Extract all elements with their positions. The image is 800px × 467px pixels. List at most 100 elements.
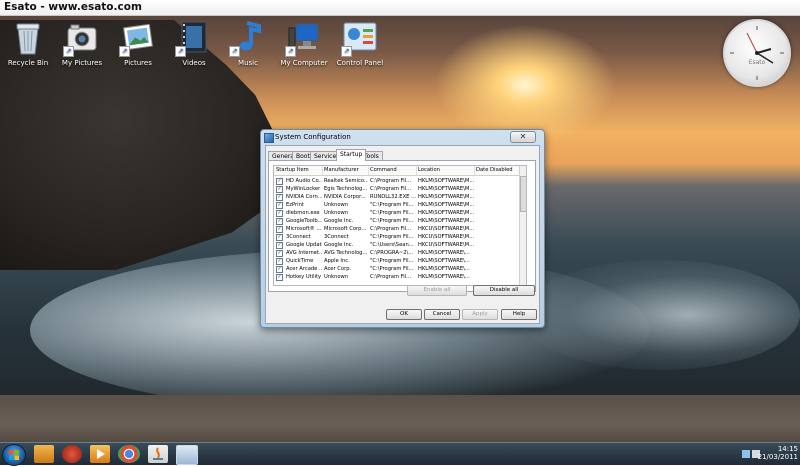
- table-row[interactable]: ✓ Google Update Google Inc. "C:\Users\Sean.…: [274, 241, 526, 249]
- cell-startup-item: 3Connect: [286, 234, 311, 240]
- pictures-icon: ↗: [119, 18, 157, 57]
- taskbar-player-icon[interactable]: [90, 445, 110, 463]
- network-icon[interactable]: [742, 450, 750, 458]
- desktop-icon-label: Videos: [182, 59, 206, 67]
- system-clock[interactable]: 14:15 21/03/2011: [758, 445, 798, 461]
- startup-item-checkbox[interactable]: ✓: [276, 242, 283, 249]
- startup-item-checkbox[interactable]: ✓: [276, 274, 283, 281]
- dialog-panel: General Boot Services Startup Tools Star…: [265, 145, 540, 324]
- table-row[interactable]: ✓ AVG Internet... AVG Technolog... C:\PROGR…: [274, 249, 526, 257]
- desktop-icon-label: Music: [238, 59, 258, 67]
- startup-item-checkbox[interactable]: ✓: [276, 218, 283, 225]
- column-date-disabled[interactable]: Date Disabled: [474, 166, 521, 175]
- desktop-icon-my-computer[interactable]: ↗ My Computer: [278, 18, 330, 67]
- cell-startup-item: HD Audio Co...: [286, 178, 322, 184]
- cell-manufacturer: Unknown: [324, 202, 349, 208]
- taskbar-chrome-icon[interactable]: [118, 445, 140, 463]
- taskbar-media-icon[interactable]: [62, 445, 82, 463]
- cell-manufacturer: NVIDIA Corpor...: [324, 194, 366, 200]
- clock-date: 21/03/2011: [757, 453, 798, 461]
- desktop-icon-control-panel[interactable]: ↗ Control Panel: [334, 18, 386, 67]
- enable-all-button[interactable]: Enable all: [407, 285, 467, 296]
- cell-command: "C:\Program Fil...: [370, 258, 414, 264]
- table-row[interactable]: ✓ 3Connect 3Connect "C:\Program Fil... HKCU\…: [274, 233, 526, 241]
- tab-startup[interactable]: Startup: [336, 149, 367, 161]
- cell-startup-item: dlebmon.exe: [286, 210, 320, 216]
- desktop-icon-music[interactable]: ↗ Music: [222, 18, 274, 67]
- cell-command: "C:\Program Fil...: [370, 202, 414, 208]
- cell-command: C:\Program Fil...: [370, 226, 412, 232]
- msconfig-icon: [264, 133, 274, 143]
- column-location[interactable]: Location: [416, 166, 475, 175]
- startup-item-checkbox[interactable]: ✓: [276, 210, 283, 217]
- cell-location: HKCU\SOFTWARE\M...: [418, 242, 474, 248]
- cell-manufacturer: Google Inc.: [324, 218, 354, 224]
- startup-item-checkbox[interactable]: ✓: [276, 186, 283, 193]
- disable-all-button[interactable]: Disable all: [473, 285, 535, 296]
- cell-manufacturer: Microsoft Corp...: [324, 226, 367, 232]
- taskbar-folder-icon[interactable]: [34, 445, 54, 463]
- table-row[interactable]: ✓ MyWinLocker Egis Technolog... C:\Program …: [274, 185, 526, 193]
- shortcut-arrow-icon: ↗: [63, 46, 74, 57]
- apply-button[interactable]: Apply: [462, 309, 498, 320]
- table-row[interactable]: ✓ Hotkey Utility Unknown C:\Program Fil... H…: [274, 273, 526, 281]
- scrollbar-thumb[interactable]: [520, 176, 526, 212]
- windows-logo-icon: [9, 450, 19, 460]
- column-manufacturer[interactable]: Manufacturer: [322, 166, 369, 175]
- startup-item-checkbox[interactable]: ✓: [276, 250, 283, 257]
- start-button[interactable]: [2, 444, 26, 466]
- table-row[interactable]: ✓ dlebmon.exe Unknown "C:\Program Fil... HKL…: [274, 209, 526, 217]
- table-row[interactable]: ✓ GoogleToolb... Google Inc. "C:\Program Fi…: [274, 217, 526, 225]
- cell-manufacturer: Unknown: [324, 210, 349, 216]
- table-row[interactable]: ✓ QuickTime Apple Inc. "C:\Program Fil... HK…: [274, 257, 526, 265]
- cancel-button[interactable]: Cancel: [424, 309, 460, 320]
- cell-command: "C:\Users\Sean...: [370, 242, 414, 248]
- table-row[interactable]: ✓ HD Audio Co... Realtek Semico... C:\Progr…: [274, 177, 526, 185]
- ok-button[interactable]: OK: [386, 309, 422, 320]
- cell-location: HKLM\SOFTWARE\M...: [418, 218, 474, 224]
- cell-manufacturer: Unknown: [324, 274, 349, 280]
- cell-location: HKLM\SOFTWARE\...: [418, 250, 470, 256]
- cell-startup-item: GoogleToolb...: [286, 218, 322, 224]
- table-row[interactable]: ✓ Microsoft® ... Microsoft Corp... C:\Progr…: [274, 225, 526, 233]
- desktop-icon-recycle-bin[interactable]: Recycle Bin: [2, 18, 54, 67]
- cell-manufacturer: Apple Inc.: [324, 258, 350, 264]
- startup-item-checkbox[interactable]: ✓: [276, 202, 283, 209]
- dialog-title: System Configuration: [275, 133, 351, 141]
- cell-command: "C:\Program Fil...: [370, 266, 414, 272]
- cell-command: RUNDLL32.EXE ...: [370, 194, 416, 200]
- shortcut-arrow-icon: ↗: [341, 46, 352, 57]
- startup-item-checkbox[interactable]: ✓: [276, 226, 283, 233]
- shortcut-arrow-icon: ↗: [285, 46, 296, 57]
- taskbar: 14:15 21/03/2011: [0, 442, 800, 466]
- cell-startup-item: AVG Internet...: [286, 250, 322, 256]
- startup-item-checkbox[interactable]: ✓: [276, 266, 283, 273]
- column-startup-item[interactable]: Startup Item: [274, 166, 323, 175]
- table-row[interactable]: ✓ EzPrint Unknown "C:\Program Fil... HKLM\SO…: [274, 201, 526, 209]
- help-button[interactable]: Help: [501, 309, 537, 320]
- startup-item-checkbox[interactable]: ✓: [276, 234, 283, 241]
- taskbar-msconfig-icon[interactable]: [176, 445, 198, 465]
- list-scrollbar[interactable]: [519, 166, 526, 285]
- startup-item-checkbox[interactable]: ✓: [276, 194, 283, 201]
- desktop-icon-pictures[interactable]: ↗ Pictures: [112, 18, 164, 67]
- startup-item-checkbox[interactable]: ✓: [276, 178, 283, 185]
- beach-sand: [0, 395, 800, 442]
- desktop-icon-my-pictures[interactable]: ↗ My Pictures: [56, 18, 108, 67]
- startup-item-checkbox[interactable]: ✓: [276, 258, 283, 265]
- desktop-icon-label: My Pictures: [61, 59, 103, 67]
- cell-manufacturer: AVG Technolog...: [324, 250, 368, 256]
- clock-gadget[interactable]: Esato: [723, 19, 791, 87]
- cell-startup-item: Acer Arcade ...: [286, 266, 322, 272]
- column-command[interactable]: Command: [368, 166, 417, 175]
- cell-location: HKLM\SOFTWARE\M...: [418, 194, 474, 200]
- close-button[interactable]: ✕: [510, 131, 536, 143]
- cell-manufacturer: Google Inc.: [324, 242, 354, 248]
- desktop-icon-videos[interactable]: ↗ Videos: [168, 18, 220, 67]
- cell-startup-item: Google Update: [286, 242, 322, 248]
- recycle-bin-icon: [9, 18, 47, 56]
- table-row[interactable]: ✓ Acer Arcade ... Acer Corp. "C:\Program Fi…: [274, 265, 526, 273]
- table-row[interactable]: ✓ NVIDIA Corn... NVIDIA Corpor... RUNDLL32.…: [274, 193, 526, 201]
- cell-location: HKLM\SOFTWARE\...: [418, 274, 470, 280]
- taskbar-java-icon[interactable]: [148, 445, 168, 463]
